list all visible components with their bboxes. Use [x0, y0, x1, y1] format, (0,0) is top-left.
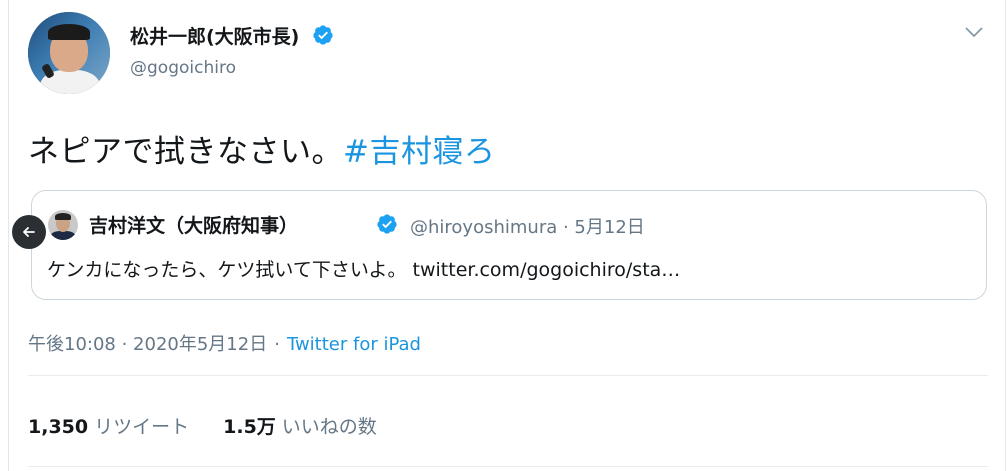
likes-stat[interactable]: 1.5万 いいねの数 — [223, 416, 377, 438]
quoted-author-name[interactable]: 吉村洋文（大阪府知事） — [89, 211, 298, 238]
retweets-count: 1,350 — [28, 416, 89, 438]
divider — [28, 466, 988, 467]
tweet-source-link[interactable]: Twitter for iPad — [287, 334, 421, 355]
author-handle[interactable]: @gogoichiro — [130, 58, 236, 78]
tweet-body: ネピアで拭きなさい。 — [28, 134, 343, 170]
verified-badge-icon — [377, 214, 397, 234]
meta-separator: · — [274, 334, 280, 355]
likes-count: 1.5万 — [223, 416, 276, 438]
likes-label: いいねの数 — [281, 416, 377, 438]
retweets-stat[interactable]: 1,350 リツイート — [28, 416, 189, 438]
author-name[interactable]: 松井一郎(大阪市長) — [130, 26, 299, 48]
quoted-author-avatar[interactable] — [48, 210, 78, 240]
engagement-stats: 1,350 リツイート 1.5万 いいねの数 — [28, 412, 377, 439]
divider — [28, 375, 988, 376]
tweet-text: ネピアで拭きなさい。#吉村寝ろ — [28, 126, 495, 171]
tweet-timestamp[interactable]: 午後10:08 · 2020年5月12日 — [28, 334, 267, 355]
author-name-row[interactable]: 松井一郎(大阪市長) — [130, 22, 334, 49]
quoted-tweet-card[interactable] — [31, 190, 987, 300]
retweets-label: リツイート — [94, 416, 190, 438]
quoted-author-meta[interactable]: @hiroyoshimura · 5月12日 — [410, 213, 645, 239]
back-button[interactable] — [12, 215, 46, 249]
arrow-left-icon — [23, 227, 35, 237]
verified-badge-icon — [313, 25, 333, 45]
hashtag-link[interactable]: #吉村寝ろ — [343, 134, 495, 170]
chevron-down-icon[interactable] — [962, 20, 986, 44]
quoted-tweet-text: ケンカになったら、ケツ拭いて下さいよ。 twitter.com/gogoichi… — [47, 259, 681, 281]
author-avatar[interactable] — [28, 12, 110, 94]
tweet-meta: 午後10:08 · 2020年5月12日 · Twitter for iPad — [28, 330, 421, 356]
